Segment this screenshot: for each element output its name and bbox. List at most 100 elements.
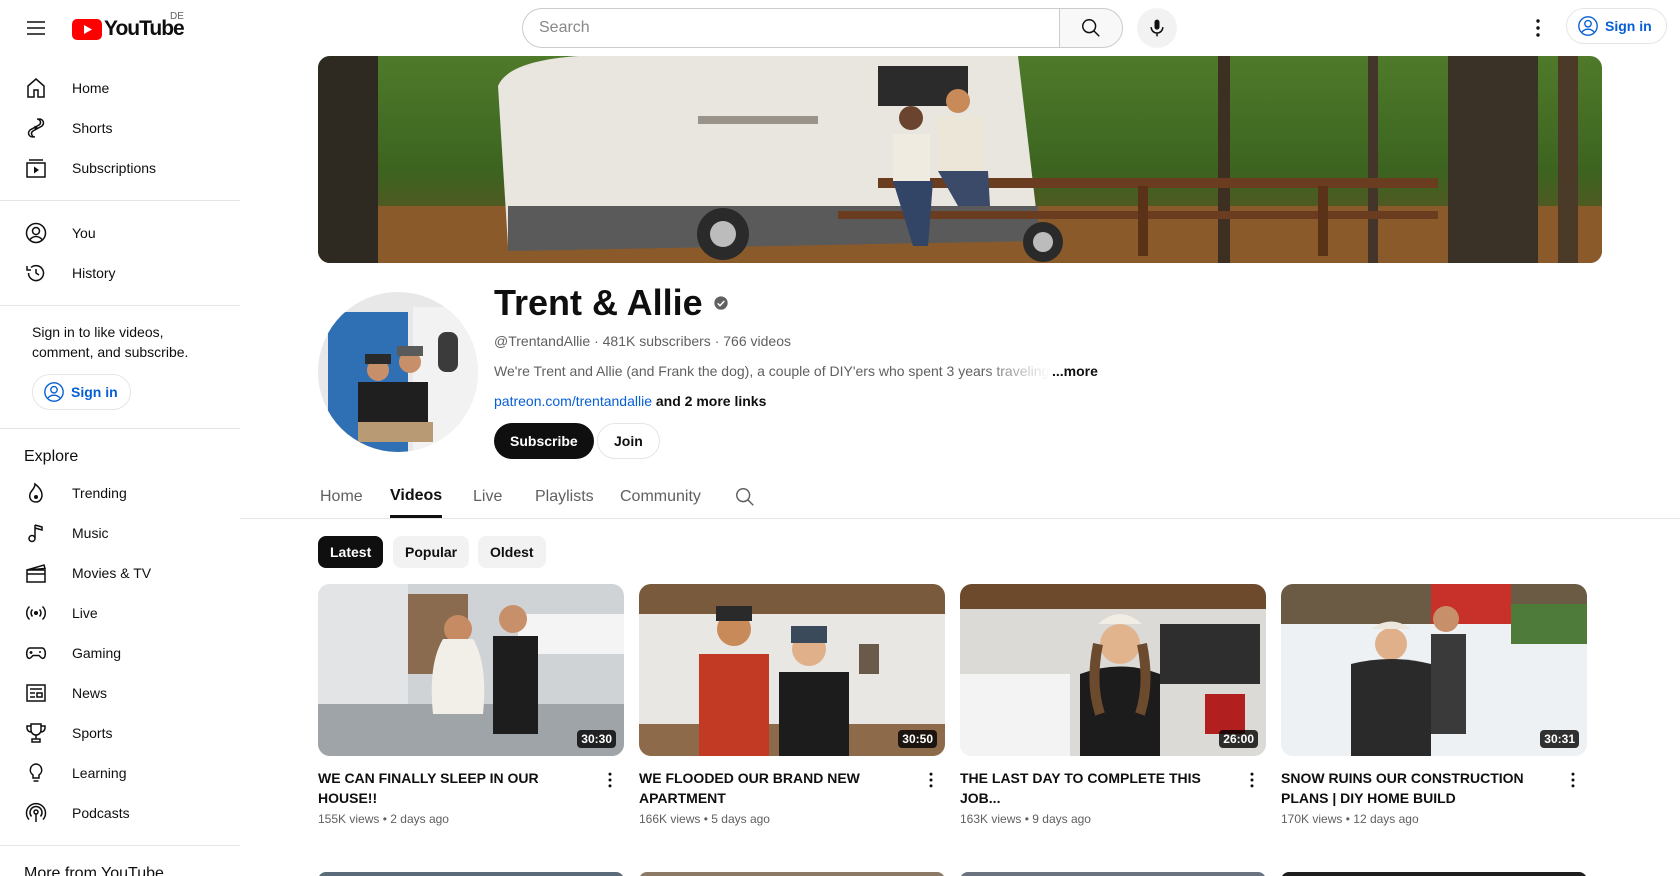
video-meta: 155K views • 2 days ago <box>318 812 624 826</box>
description-more-link[interactable]: ...more <box>1052 363 1098 379</box>
music-icon <box>24 521 48 545</box>
sidebar-item-label: Shorts <box>72 120 113 136</box>
voice-search-button[interactable] <box>1137 8 1177 48</box>
video-duration: 26:00 <box>1219 730 1258 748</box>
tab-home[interactable]: Home <box>320 476 363 518</box>
more-from-youtube-heading: More from YouTube <box>24 865 164 876</box>
video-menu-button[interactable] <box>1240 768 1264 792</box>
subscriber-count: 481K subscribers <box>602 333 711 349</box>
sidebar-divider <box>0 200 240 201</box>
patreon-link[interactable]: patreon.com/trentandallie <box>494 393 652 409</box>
sidebar-item-trending[interactable]: Trending <box>0 473 240 513</box>
chip-oldest[interactable]: Oldest <box>478 536 546 568</box>
sidebar-item-label: You <box>72 225 96 241</box>
chip-latest[interactable]: Latest <box>318 536 384 568</box>
video-thumbnail-next-row[interactable] <box>639 872 945 876</box>
settings-button[interactable] <box>1518 8 1558 48</box>
account-circle-icon <box>44 382 64 402</box>
video-duration: 30:50 <box>898 730 937 748</box>
region-code: DE <box>170 11 184 22</box>
sidebar-item-label: History <box>72 265 116 281</box>
search-bar <box>522 8 1123 48</box>
video-title[interactable]: WE FLOODED OUR BRAND NEW APARTMENT <box>639 768 919 808</box>
sidebar-item-home[interactable]: Home <box>0 68 240 108</box>
video-thumbnail-next-row[interactable] <box>318 872 624 876</box>
video-card[interactable]: 26:00 THE LAST DAY TO COMPLETE THIS JOB.… <box>960 584 1266 826</box>
sidebar-item-music[interactable]: Music <box>0 513 240 553</box>
sidebar-item-you[interactable]: You <box>0 213 240 253</box>
shorts-icon <box>24 116 48 140</box>
video-card[interactable]: 30:50 WE FLOODED OUR BRAND NEW APARTMENT… <box>639 584 945 826</box>
sidebar-item-subscriptions[interactable]: Subscriptions <box>0 148 240 188</box>
view-count: 155K views <box>318 812 380 826</box>
video-card[interactable]: 30:31 SNOW RUINS OUR CONSTRUCTION PLANS … <box>1281 584 1587 826</box>
sidebar-item-label: Learning <box>72 765 127 781</box>
video-count: 766 videos <box>723 333 791 349</box>
sidebar-item-label: Podcasts <box>72 805 130 821</box>
history-icon <box>24 261 48 285</box>
sidebar-item-gaming[interactable]: Gaming <box>0 633 240 673</box>
sidebar-item-news[interactable]: News <box>0 673 240 713</box>
search-button[interactable] <box>1059 8 1123 48</box>
channel-banner <box>318 56 1602 263</box>
sidebar-item-sports[interactable]: Sports <box>0 713 240 753</box>
channel-tabs: Home Videos Live Playlists Community <box>240 476 1680 519</box>
home-icon <box>24 76 48 100</box>
verified-badge-icon <box>714 296 728 310</box>
upload-age: 2 days ago <box>390 812 449 826</box>
channel-name: Trent & Allie <box>494 282 729 324</box>
video-card[interactable]: 30:30 WE CAN FINALLY SLEEP IN OUR HOUSE!… <box>318 584 624 826</box>
tab-live[interactable]: Live <box>473 476 502 518</box>
video-thumbnail-next-row[interactable] <box>1281 872 1587 876</box>
video-menu-button[interactable] <box>919 768 943 792</box>
channel-handle: @TrentandAllie <box>494 333 591 349</box>
video-menu-button[interactable] <box>1561 768 1585 792</box>
sidebar-item-podcasts[interactable]: Podcasts <box>0 793 240 833</box>
sign-in-label: Sign in <box>1605 18 1652 34</box>
channel-name-text: Trent & Allie <box>494 282 703 323</box>
more-links-button[interactable]: and 2 more links <box>656 393 766 409</box>
sidebar-item-shorts[interactable]: Shorts <box>0 108 240 148</box>
microphone-icon <box>1150 19 1164 37</box>
learning-icon <box>24 761 48 785</box>
tab-playlists[interactable]: Playlists <box>535 476 594 518</box>
sign-in-label: Sign in <box>71 384 118 400</box>
more-vertical-icon <box>1536 19 1540 37</box>
menu-button[interactable] <box>16 8 56 48</box>
sidebar: Home Shorts Subscriptions You History Si… <box>0 56 240 876</box>
channel-description[interactable]: We're Trent and Allie (and Frank the dog… <box>494 363 1098 379</box>
video-thumbnail[interactable]: 26:00 <box>960 584 1266 756</box>
tab-search[interactable] <box>734 476 756 518</box>
youtube-logo[interactable]: YouTube <box>72 17 185 41</box>
sidebar-item-learning[interactable]: Learning <box>0 753 240 793</box>
sidebar-item-movies[interactable]: Movies & TV <box>0 553 240 593</box>
sidebar-item-label: Live <box>72 605 98 621</box>
tab-videos[interactable]: Videos <box>390 476 443 518</box>
sidebar-divider <box>0 428 240 429</box>
video-duration: 30:31 <box>1540 730 1579 748</box>
join-button[interactable]: Join <box>597 423 660 459</box>
video-thumbnail[interactable]: 30:50 <box>639 584 945 756</box>
video-menu-button[interactable] <box>598 768 622 792</box>
hamburger-menu-icon <box>27 21 45 35</box>
view-count: 170K views <box>1281 812 1343 826</box>
tab-community[interactable]: Community <box>620 476 701 518</box>
video-title[interactable]: SNOW RUINS OUR CONSTRUCTION PLANS | DIY … <box>1281 768 1561 808</box>
video-title[interactable]: THE LAST DAY TO COMPLETE THIS JOB... <box>960 768 1240 808</box>
more-vertical-icon <box>1571 772 1575 788</box>
video-duration: 30:30 <box>577 730 616 748</box>
search-input[interactable] <box>522 8 1059 48</box>
video-thumbnail-next-row[interactable] <box>960 872 1266 876</box>
video-thumbnail[interactable]: 30:31 <box>1281 584 1587 756</box>
video-title[interactable]: WE CAN FINALLY SLEEP IN OUR HOUSE!! <box>318 768 598 808</box>
sidebar-sign-in-button[interactable]: Sign in <box>32 374 131 410</box>
sign-in-button[interactable]: Sign in <box>1566 8 1667 44</box>
more-vertical-icon <box>1250 772 1254 788</box>
sidebar-item-history[interactable]: History <box>0 253 240 293</box>
subscribe-button[interactable]: Subscribe <box>494 423 594 459</box>
video-thumbnail[interactable]: 30:30 <box>318 584 624 756</box>
sidebar-item-live[interactable]: Live <box>0 593 240 633</box>
sidebar-item-label: Home <box>72 80 110 96</box>
chip-popular[interactable]: Popular <box>393 536 470 568</box>
channel-avatar[interactable] <box>318 292 478 452</box>
